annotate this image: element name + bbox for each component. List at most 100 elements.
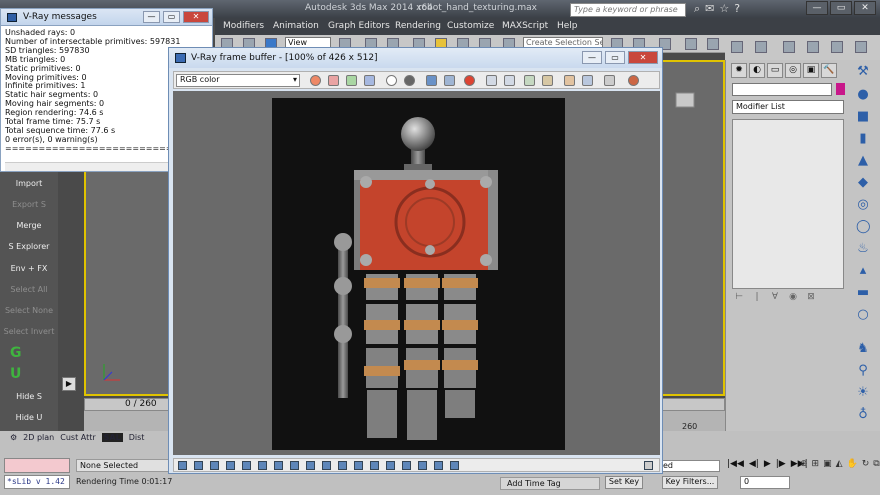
display-tab-icon[interactable]: ▣ xyxy=(803,63,819,78)
search-input[interactable]: Type a keyword or phrase xyxy=(570,3,686,17)
play-button[interactable]: ▶ xyxy=(764,459,771,469)
show-correction-icon[interactable] xyxy=(582,75,593,86)
schematic-view-icon[interactable] xyxy=(731,41,743,53)
viewport-right-region[interactable] xyxy=(659,60,725,396)
key-filters-button[interactable]: Key Filters... xyxy=(662,476,718,489)
expand-chevron-icon[interactable] xyxy=(644,461,653,470)
vfb-titlebar[interactable]: V-Ray frame buffer - [100% of 426 x 512]… xyxy=(169,48,662,68)
slib-version-field[interactable]: *sLib v 1.42 xyxy=(4,475,70,489)
alpha-channel-icon[interactable] xyxy=(386,75,397,86)
region-render-icon[interactable] xyxy=(524,75,535,86)
binoculars-icon[interactable]: ⌕ xyxy=(694,2,700,16)
vray-messages-titlebar[interactable]: V-Ray messages — ▭ ✕ xyxy=(1,9,212,26)
perspective-viewport[interactable] xyxy=(84,160,174,396)
vfb-status-icon[interactable] xyxy=(226,461,235,470)
import-button[interactable]: Import xyxy=(0,179,58,188)
stop-render-icon[interactable] xyxy=(628,75,639,86)
minimize-button[interactable]: — xyxy=(806,1,828,15)
red-channel-icon[interactable] xyxy=(328,75,339,86)
vfb-status-icon[interactable] xyxy=(306,461,315,470)
circle-icon[interactable]: ○ xyxy=(856,308,870,322)
vfb-maximize-button[interactable]: ▭ xyxy=(605,51,625,64)
previous-frame-button[interactable]: ◀| xyxy=(749,459,759,469)
modifier-list-dropdown[interactable]: Modifier List xyxy=(732,100,844,114)
link-to-renderer-icon[interactable] xyxy=(542,75,553,86)
maximize-viewport-icon[interactable]: ⧉ xyxy=(873,459,879,469)
vfb-status-icon[interactable] xyxy=(178,461,187,470)
render-production-icon[interactable] xyxy=(831,41,843,53)
motion-tab-icon[interactable]: ◎ xyxy=(785,63,801,78)
create-tab-icon[interactable]: ✹ xyxy=(731,63,747,78)
track-mouse-icon[interactable] xyxy=(504,75,515,86)
remove-modifier-icon[interactable]: ◉ xyxy=(786,292,800,304)
cone-icon[interactable]: ▲ xyxy=(856,154,870,168)
merge-button[interactable]: Merge xyxy=(0,221,58,230)
maximize-button[interactable]: ▭ xyxy=(830,1,852,15)
group-icon[interactable]: G xyxy=(10,345,22,361)
tube-icon[interactable]: ◎ xyxy=(856,198,870,212)
clear-image-icon[interactable] xyxy=(464,75,475,86)
viewcube-icon[interactable] xyxy=(671,86,701,116)
orbit-icon[interactable]: ↻ xyxy=(862,459,870,469)
rendered-image[interactable] xyxy=(272,98,565,450)
menu-graph-editors[interactable]: Graph Editors xyxy=(328,21,390,31)
modify-tab-icon[interactable]: ◐ xyxy=(749,63,765,78)
vray-messages-minimize-button[interactable]: — xyxy=(143,11,160,23)
vray-messages-maximize-button[interactable]: ▭ xyxy=(163,11,180,23)
light-icon[interactable]: ☀ xyxy=(856,386,870,400)
communication-icon[interactable]: ✉ xyxy=(705,2,714,16)
save-image-icon[interactable] xyxy=(426,75,437,86)
menu-maxscript[interactable]: MAXScript xyxy=(502,21,548,31)
star-icon[interactable]: ☆ xyxy=(719,2,729,16)
plane-icon[interactable]: ▬ xyxy=(856,286,870,300)
vfb-status-icon[interactable] xyxy=(258,461,267,470)
menu-rendering[interactable]: Rendering xyxy=(395,21,441,31)
sphere-icon[interactable]: ● xyxy=(856,88,870,102)
menu-modifiers[interactable]: Modifiers xyxy=(223,21,264,31)
vfb-minimize-button[interactable]: — xyxy=(582,51,602,64)
green-channel-icon[interactable] xyxy=(346,75,357,86)
ungroup-icon[interactable]: U xyxy=(10,366,21,382)
configure-modifier-sets-icon[interactable]: ⊠ xyxy=(804,292,818,304)
vfb-close-button[interactable]: ✕ xyxy=(628,51,658,64)
biped-icon[interactable]: ♞ xyxy=(856,342,870,356)
curve-editor-icon[interactable] xyxy=(707,38,719,50)
hierarchy-tab-icon[interactable]: ▭ xyxy=(767,63,783,78)
cust-attr-button[interactable]: Cust Attr xyxy=(60,433,95,442)
show-end-result-icon[interactable]: | xyxy=(750,292,764,304)
vray-messages-close-button[interactable]: ✕ xyxy=(183,11,209,23)
box-icon[interactable]: ■ xyxy=(856,110,870,124)
vfb-canvas[interactable] xyxy=(173,91,660,455)
zoom-icon[interactable]: ⊕ xyxy=(800,459,808,469)
torus-icon[interactable]: ◯ xyxy=(856,220,871,234)
pin-stack-icon[interactable]: ⊢ xyxy=(732,292,746,304)
object-color-swatch[interactable] xyxy=(836,83,845,95)
make-unique-icon[interactable]: ∀ xyxy=(768,292,782,304)
teapot-icon[interactable]: ♨ xyxy=(856,242,870,256)
vfb-status-icon[interactable] xyxy=(274,461,283,470)
monochrome-icon[interactable] xyxy=(404,75,415,86)
set-key-button[interactable]: Set Key xyxy=(605,476,643,489)
vfb-status-icon[interactable] xyxy=(290,461,299,470)
vfb-status-icon[interactable] xyxy=(242,461,251,470)
render-last-icon[interactable] xyxy=(564,75,575,86)
vfb-status-icon[interactable] xyxy=(418,461,427,470)
plan-2d-button[interactable]: 2D plan xyxy=(23,433,54,442)
lightbulb-icon[interactable]: ♁ xyxy=(856,408,870,422)
scene-explorer-button[interactable]: S Explorer xyxy=(0,242,58,251)
hammer-icon[interactable]: ⚒ xyxy=(856,65,870,79)
menu-customize[interactable]: Customize xyxy=(447,21,494,31)
vfb-status-icon[interactable] xyxy=(322,461,331,470)
current-frame-field[interactable]: 0 xyxy=(740,476,790,489)
pyramid-icon[interactable]: ▴ xyxy=(856,264,870,278)
modifier-stack[interactable] xyxy=(732,119,844,289)
dist-button[interactable]: Dist xyxy=(129,433,145,442)
bone-icon[interactable]: ⚲ xyxy=(856,364,870,378)
play-script-icon[interactable]: ▶ xyxy=(62,377,76,391)
vfb-status-icon[interactable] xyxy=(354,461,363,470)
go-to-start-button[interactable]: |◀◀ xyxy=(727,459,744,469)
key-mode-select[interactable]: ed xyxy=(660,460,720,472)
vfb-status-icon[interactable] xyxy=(194,461,203,470)
cylinder-icon[interactable]: ▮ xyxy=(856,132,870,146)
add-time-tag-button[interactable]: Add Time Tag xyxy=(500,477,600,490)
